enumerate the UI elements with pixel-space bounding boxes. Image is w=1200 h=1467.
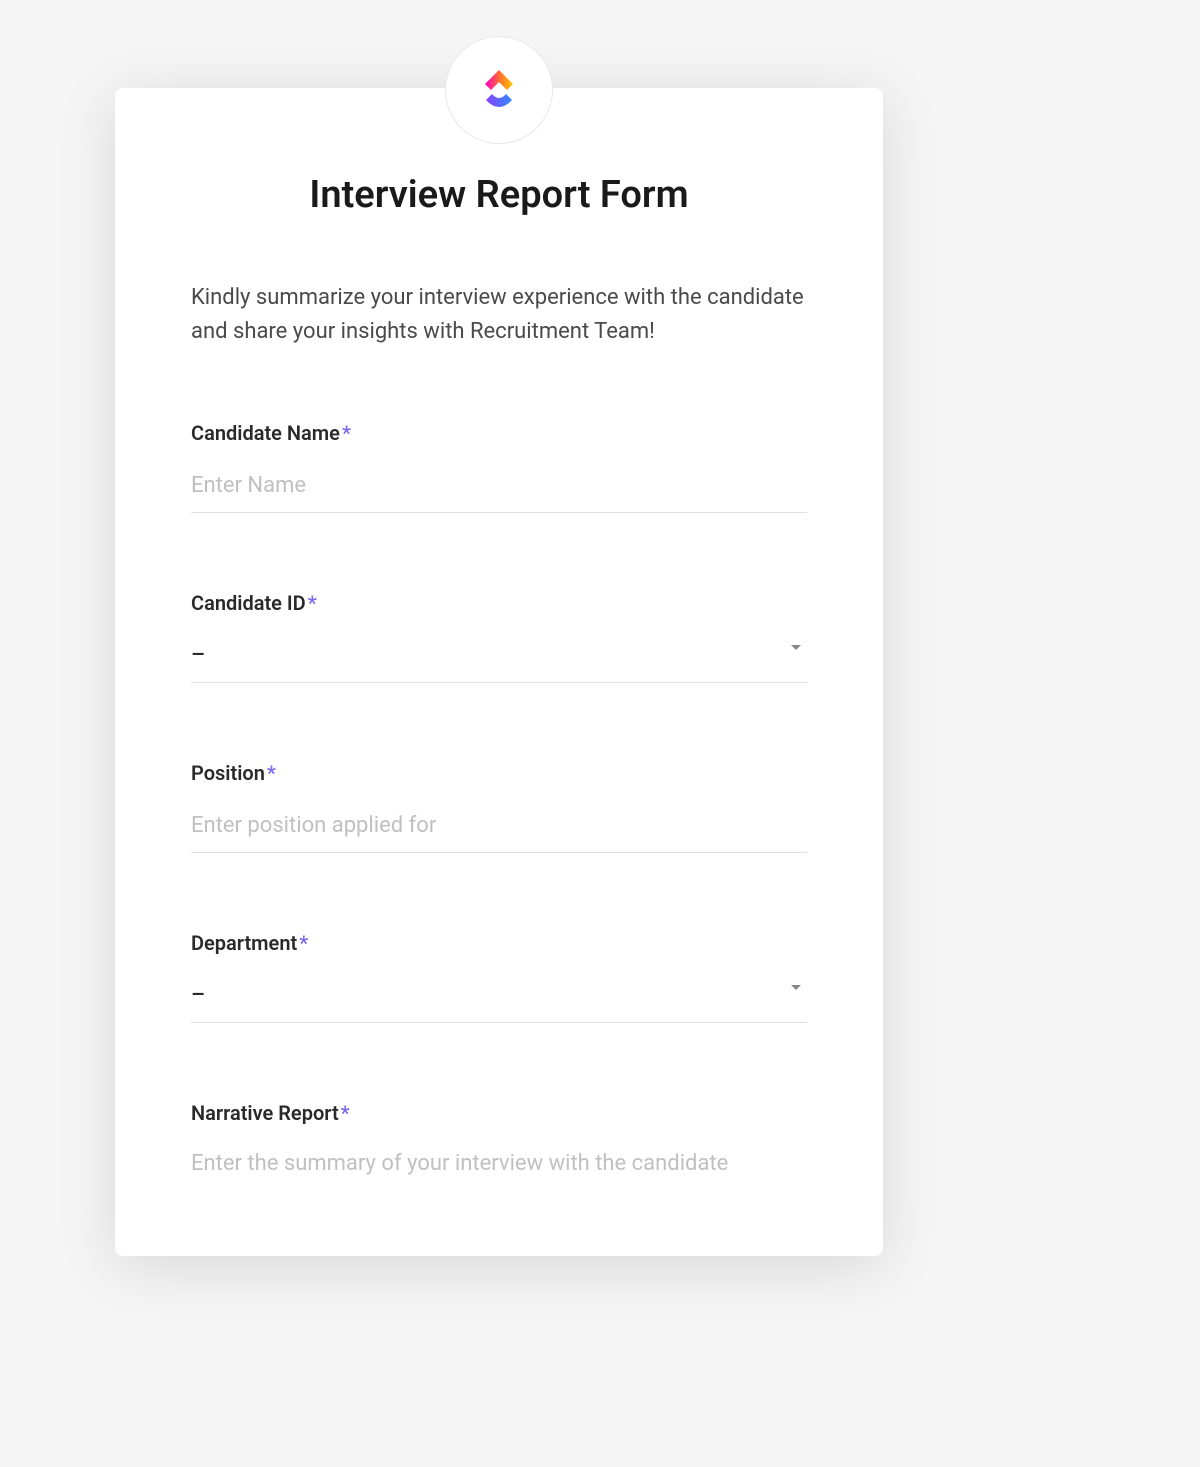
form-title: Interview Report Form [115,173,883,217]
logo-circle [445,36,553,144]
candidate-id-label: Candidate ID* [191,591,807,615]
required-asterisk: * [341,1101,350,1125]
candidate-name-label: Candidate Name* [191,421,807,445]
form-description: Kindly summarize your interview experien… [115,281,883,349]
field-candidate-id: Candidate ID* – [115,591,883,683]
department-select[interactable]: – [191,975,807,1023]
field-position: Position* [115,761,883,853]
chevron-down-icon [791,985,801,990]
select-value: – [191,983,205,1008]
narrative-report-input[interactable]: Enter the summary of your interview with… [191,1145,807,1176]
label-text: Position [191,761,265,785]
field-department: Department* – [115,931,883,1023]
field-narrative-report: Narrative Report* Enter the summary of y… [115,1101,883,1176]
position-input[interactable] [191,805,807,853]
form-card: Interview Report Form Kindly summarize y… [115,88,883,1256]
required-asterisk: * [308,591,317,615]
candidate-name-input[interactable] [191,465,807,513]
label-text: Candidate Name [191,421,340,445]
label-text: Department [191,931,297,955]
department-label: Department* [191,931,807,955]
narrative-report-label: Narrative Report* [191,1101,807,1125]
select-value: – [191,643,205,668]
clickup-logo-icon [471,62,527,118]
required-asterisk: * [267,761,276,785]
label-text: Candidate ID [191,591,306,615]
field-candidate-name: Candidate Name* [115,421,883,513]
required-asterisk: * [342,421,351,445]
required-asterisk: * [299,931,308,955]
candidate-id-select[interactable]: – [191,635,807,683]
position-label: Position* [191,761,807,785]
chevron-down-icon [791,645,801,650]
label-text: Narrative Report [191,1101,339,1125]
